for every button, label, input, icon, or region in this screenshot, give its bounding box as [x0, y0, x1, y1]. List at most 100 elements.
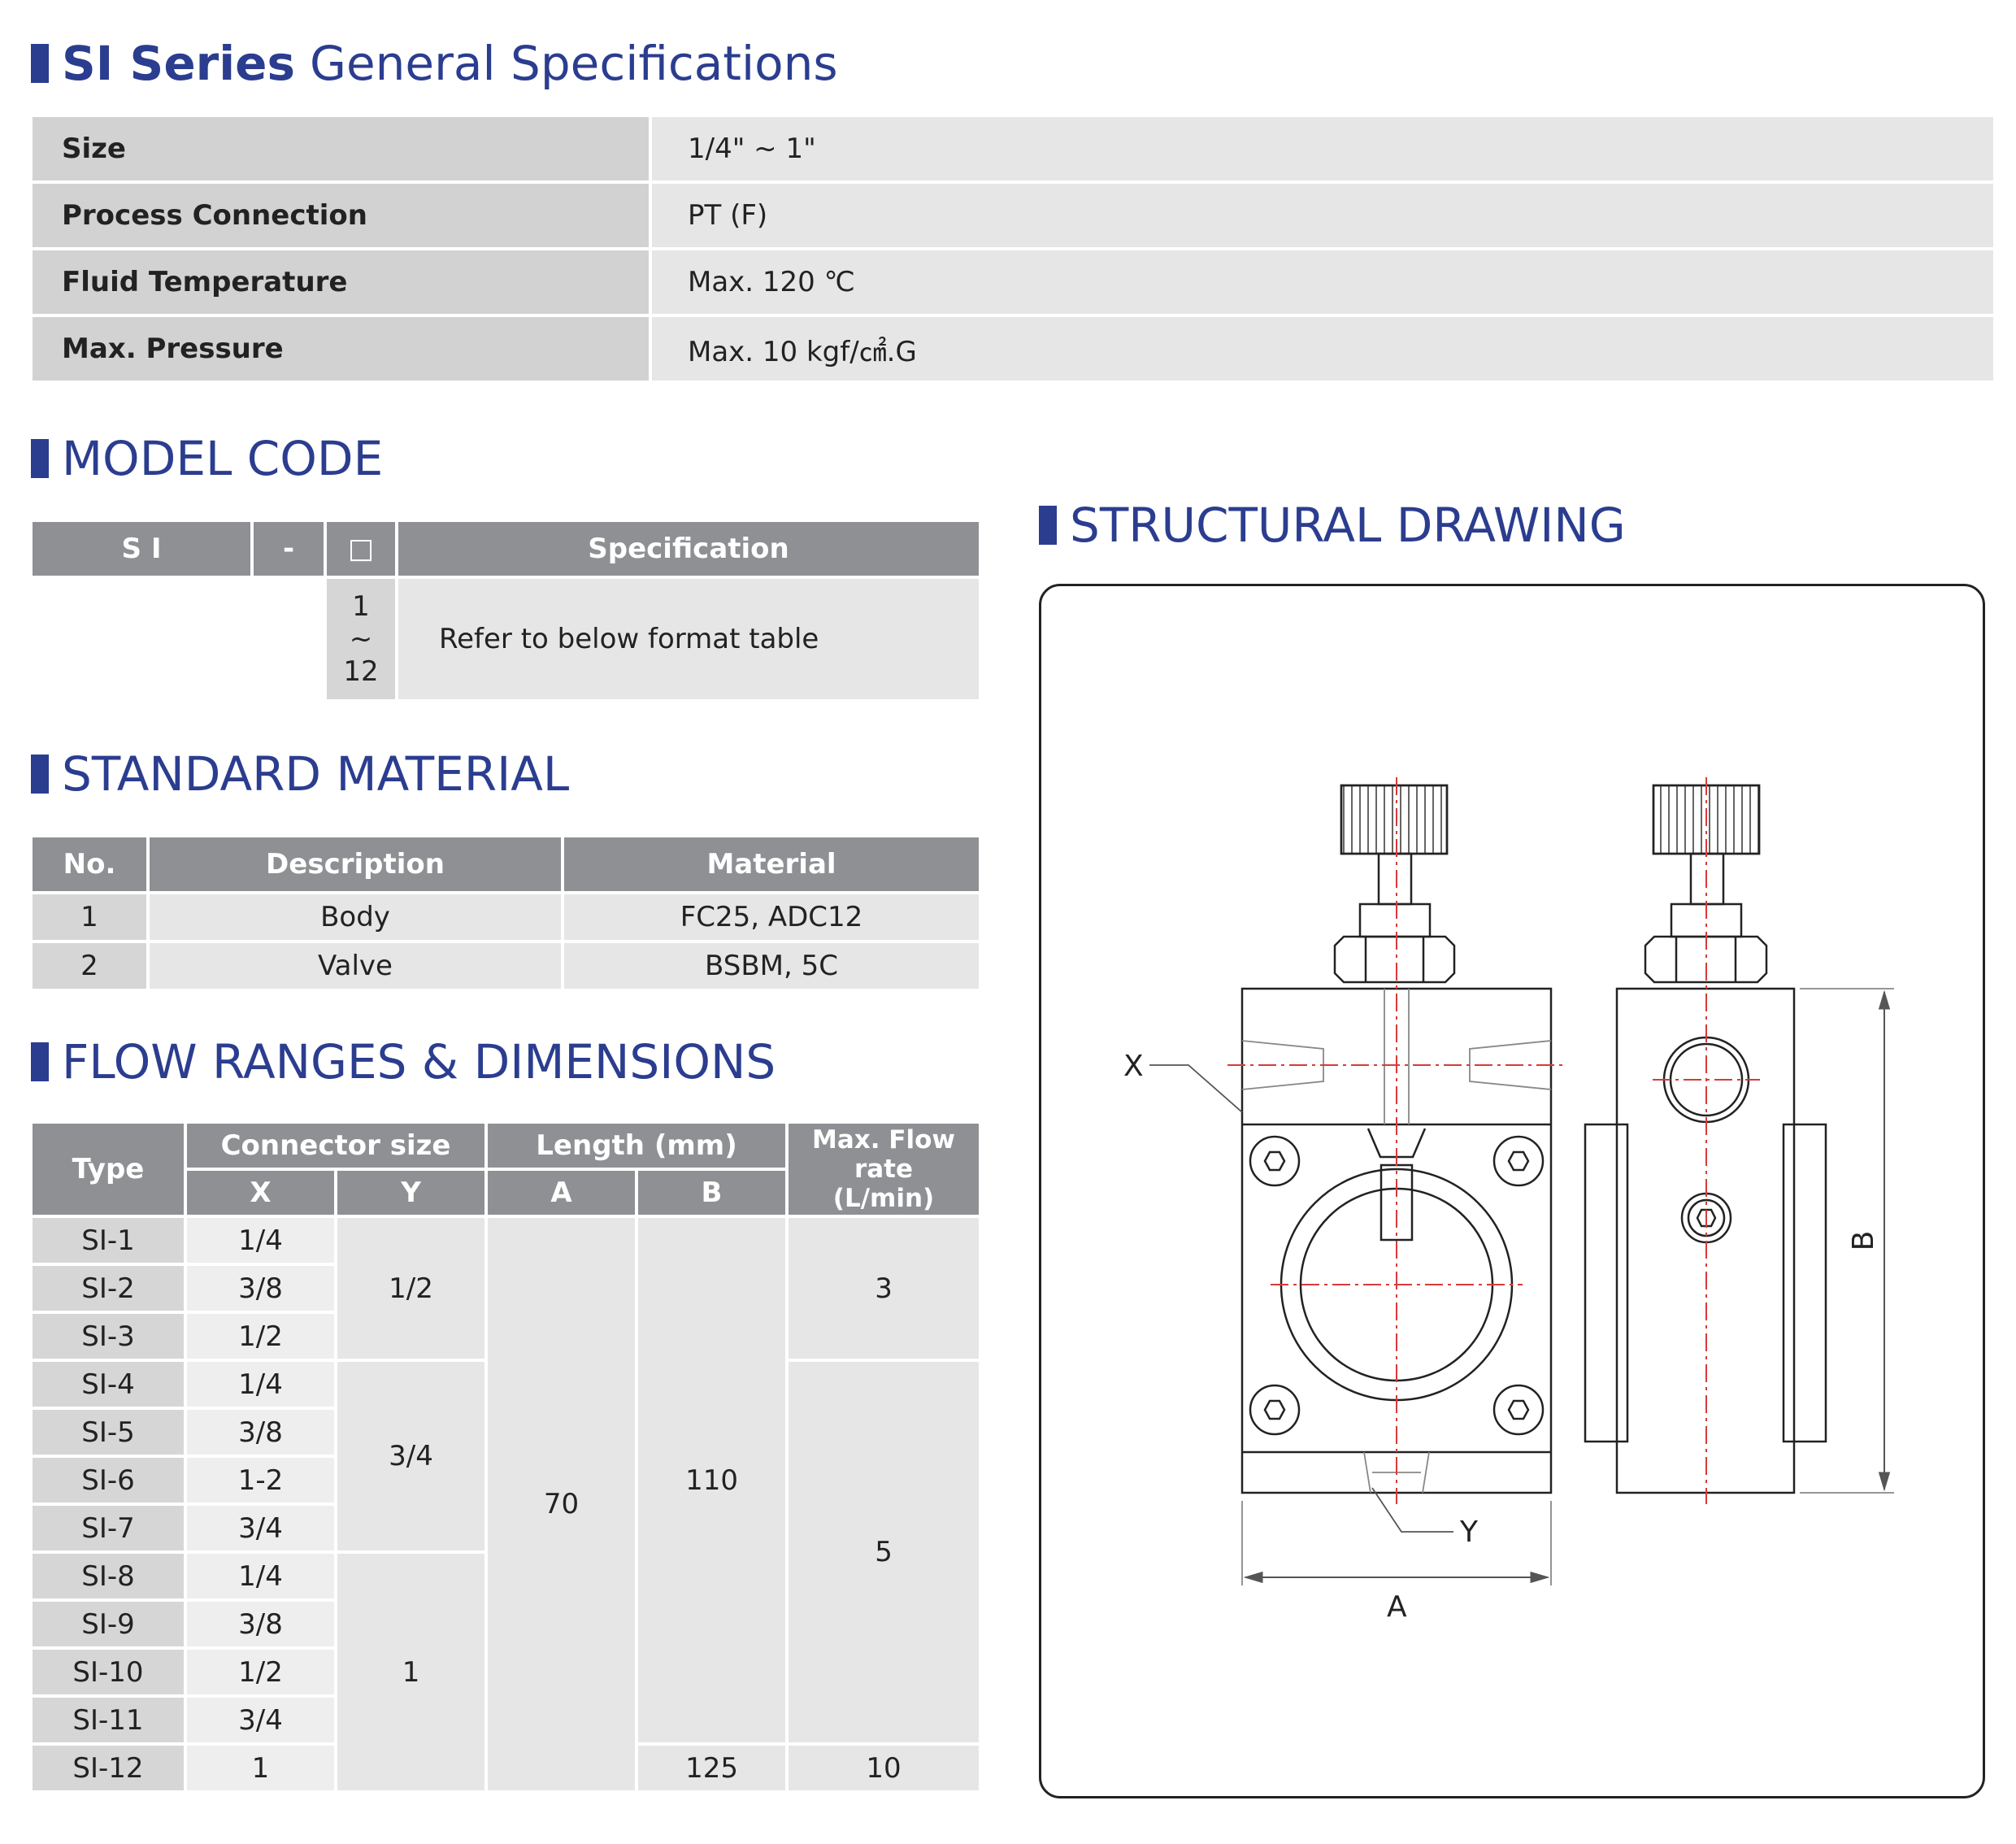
range-end: 12	[343, 655, 379, 688]
model-code-header-row: S I - □ Specification	[33, 522, 979, 576]
model-code-row: 1 ~ 12 Refer to below format table	[33, 579, 979, 699]
flow-type: SI-10	[33, 1650, 184, 1694]
flow-type: SI-5	[33, 1410, 184, 1455]
spec-label: Size	[33, 117, 649, 180]
material-row: 1 Body FC25, ADC12	[33, 894, 979, 940]
drawing-heading: STRUCTURAL DRAWING	[1039, 498, 1626, 553]
flow-b: 110	[638, 1218, 786, 1742]
model-code-range: 1 ~ 12	[327, 579, 395, 699]
material-title: STANDARD MATERIAL	[62, 746, 570, 802]
flow-rate: 3	[789, 1218, 979, 1359]
flow-type: SI-12	[33, 1746, 184, 1790]
flow-rate: 5	[789, 1362, 979, 1742]
spec-value: Max. 10 kgf/㎠.G	[652, 317, 1993, 381]
range-start: 1	[352, 590, 370, 623]
flow-x-header: X	[187, 1171, 334, 1215]
flow-rate-header-line1: Max. Flow rate	[811, 1125, 956, 1184]
flow-type: SI-4	[33, 1362, 184, 1407]
flow-a-header: A	[488, 1171, 636, 1215]
flow-rate: 10	[789, 1746, 979, 1790]
model-code-description: Refer to below format table	[398, 579, 979, 699]
material-desc: Valve	[150, 943, 561, 989]
flow-type: SI-2	[33, 1266, 184, 1311]
spec-value: PT (F)	[652, 184, 1993, 247]
general-spec-title: General Specifications	[310, 36, 838, 91]
flow-b-header: B	[638, 1171, 786, 1215]
label-y: Y	[1459, 1516, 1479, 1549]
flow-type: SI-7	[33, 1506, 184, 1550]
model-code-dash-header: -	[254, 522, 324, 576]
model-code-title: MODEL CODE	[62, 431, 384, 486]
flow-type: SI-11	[33, 1698, 184, 1742]
model-code-empty-cell	[254, 579, 324, 699]
spec-value: 1/4" ~ 1"	[652, 117, 1993, 180]
heading-bar	[31, 1042, 49, 1081]
material-row: 2 Valve BSBM, 5C	[33, 943, 979, 989]
drawing-title: STRUCTURAL DRAWING	[1070, 498, 1626, 553]
material-heading: STANDARD MATERIAL	[31, 746, 569, 802]
flow-x: 3/8	[187, 1410, 334, 1455]
material-no-header: No.	[33, 837, 146, 891]
leader-y	[1371, 1487, 1453, 1533]
general-spec-title-bold: SI Series	[62, 36, 295, 91]
material-desc-header: Description	[150, 837, 561, 891]
structural-drawing: A X Y B	[1123, 777, 1894, 1624]
flow-y: 1	[337, 1554, 485, 1790]
model-code-prefix-header: S I	[33, 522, 250, 576]
flow-x: 1/2	[187, 1314, 334, 1359]
model-code-box-header: □	[327, 522, 395, 576]
material-value: FC25, ADC12	[564, 894, 979, 940]
flow-y: 1/2	[337, 1218, 485, 1359]
heading-bar	[31, 439, 49, 478]
material-no: 1	[33, 894, 146, 940]
spec-row: Fluid Temperature Max. 120 ℃	[33, 250, 1993, 314]
flow-x: 1/4	[187, 1218, 334, 1263]
flow-y: 3/4	[337, 1362, 485, 1550]
material-table: No. Description Material 1 Body FC25, AD…	[29, 834, 982, 992]
flow-rate-header: Max. Flow rate (L/min)	[789, 1124, 979, 1215]
side-view-centerlines	[1653, 777, 1760, 1504]
general-spec-table: Size 1/4" ~ 1" Process Connection PT (F)…	[29, 114, 1996, 384]
flow-connector-header: Connector size	[187, 1124, 485, 1168]
label-x: X	[1123, 1050, 1144, 1083]
flow-x: 1-2	[187, 1458, 334, 1503]
front-view	[1240, 784, 1553, 1494]
flow-b: 125	[638, 1746, 786, 1790]
dimension-b-label: B	[1847, 1231, 1880, 1251]
material-value: BSBM, 5C	[564, 943, 979, 989]
general-spec-heading: SI Series General Specifications	[31, 36, 838, 91]
model-code-table: S I - □ Specification 1 ~ 12 Refer to be…	[29, 519, 982, 702]
flow-heading: FLOW RANGES & DIMENSIONS	[31, 1034, 776, 1089]
material-header-row: No. Description Material	[33, 837, 979, 891]
flow-row: SI-1 1/4 1/2 70 110 3	[33, 1218, 979, 1790]
model-code-heading: MODEL CODE	[31, 431, 383, 486]
material-no: 2	[33, 943, 146, 989]
flow-type: SI-9	[33, 1602, 184, 1646]
material-mat-header: Material	[564, 837, 979, 891]
flow-x: 3/4	[187, 1506, 334, 1550]
leader-x	[1149, 1064, 1243, 1113]
flow-x: 1/2	[187, 1650, 334, 1694]
flow-a: 70	[488, 1218, 636, 1790]
flow-type: SI-8	[33, 1554, 184, 1598]
model-code-spec-header: Specification	[398, 522, 979, 576]
flow-rate-header-line2: (L/min)	[832, 1184, 935, 1213]
flow-length-header: Length (mm)	[488, 1124, 786, 1168]
spec-row: Process Connection PT (F)	[33, 184, 1993, 247]
spec-label: Fluid Temperature	[33, 250, 649, 314]
flow-x: 1/4	[187, 1554, 334, 1598]
heading-bar	[31, 44, 49, 83]
flow-type: SI-1	[33, 1218, 184, 1263]
flow-x: 3/8	[187, 1602, 334, 1646]
front-view-centerlines	[1227, 777, 1566, 1504]
spec-row: Size 1/4" ~ 1"	[33, 117, 1993, 180]
dimension-a-label: A	[1387, 1590, 1407, 1624]
spec-label: Max. Pressure	[33, 317, 649, 381]
flow-type: SI-3	[33, 1314, 184, 1359]
spec-row: Max. Pressure Max. 10 kgf/㎠.G	[33, 317, 1993, 381]
flow-table: Type Connector size Length (mm) Max. Flo…	[29, 1120, 982, 1794]
spec-label: Process Connection	[33, 184, 649, 247]
flow-x: 1	[187, 1746, 334, 1790]
flow-x: 3/4	[187, 1698, 334, 1742]
flow-y-header: Y	[337, 1171, 485, 1215]
